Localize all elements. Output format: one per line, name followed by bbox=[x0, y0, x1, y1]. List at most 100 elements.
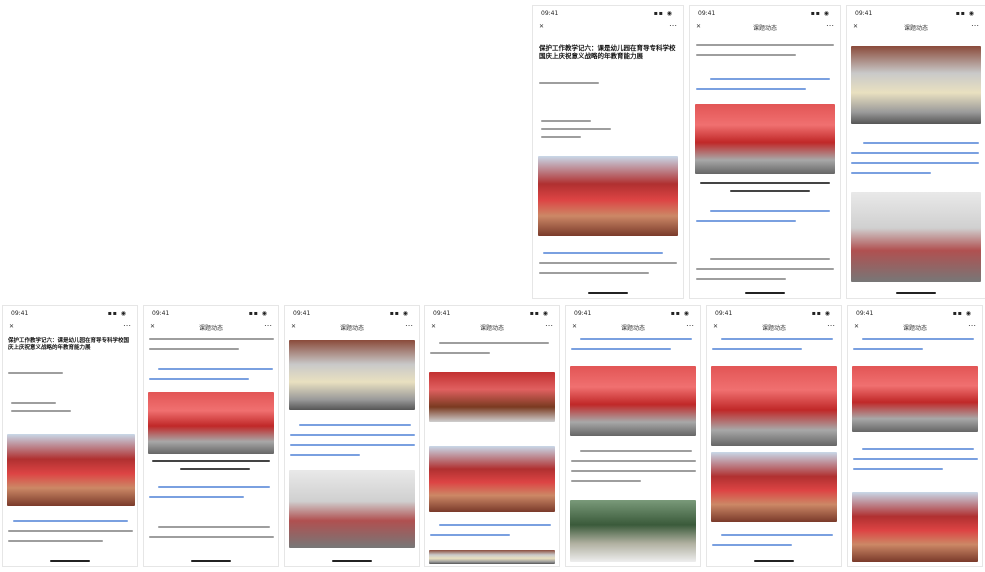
more-icon[interactable]: ⋯ bbox=[827, 321, 835, 330]
signal-icon: ▪▪ ◉ bbox=[952, 310, 972, 317]
text-line bbox=[13, 520, 128, 522]
article-photo bbox=[851, 46, 981, 124]
signal-icon: ▪▪ ◉ bbox=[107, 310, 127, 317]
status-bar: 09:41 ▪▪ ◉ bbox=[285, 306, 419, 320]
phone-screenshot-bottom-1: 09:41 ▪▪ ◉ ✕ ⋯ 保护工作教学记六：课是幼儿园在育导专科学校国庆上庆祝意… bbox=[3, 306, 137, 566]
home-indicator bbox=[588, 292, 628, 294]
close-icon[interactable]: ✕ bbox=[713, 323, 718, 330]
status-time: 09:41 bbox=[698, 10, 716, 17]
status-bar: 09:41 ▪▪ ◉ bbox=[566, 306, 700, 320]
status-time: 09:41 bbox=[293, 310, 311, 317]
more-icon[interactable]: ⋯ bbox=[264, 321, 272, 330]
text-line bbox=[541, 136, 581, 138]
text-line bbox=[543, 252, 663, 254]
status-time: 09:41 bbox=[856, 310, 874, 317]
signal-icon: ▪▪ ◉ bbox=[810, 10, 830, 17]
nav-bar: ✕ 课题动态 ⋯ bbox=[566, 320, 700, 334]
nav-bar: ✕ 课题动态 ⋯ bbox=[707, 320, 841, 334]
article-photo bbox=[289, 470, 415, 548]
text-line bbox=[721, 338, 833, 340]
phone-screenshot-bottom-3: 09:41 ▪▪ ◉ ✕ 课题动态 ⋯ bbox=[285, 306, 419, 566]
article-photo bbox=[711, 452, 837, 522]
home-indicator bbox=[50, 560, 90, 562]
text-line bbox=[580, 338, 692, 340]
nav-bar: ✕ 课题动态 ⋯ bbox=[144, 320, 278, 334]
home-indicator bbox=[745, 292, 785, 294]
text-line bbox=[290, 454, 360, 456]
close-icon[interactable]: ✕ bbox=[431, 323, 436, 330]
phone-screenshot-top-2: 09:41 ▪▪ ◉ ✕ 课题动态 ⋯ bbox=[690, 6, 840, 298]
text-line bbox=[696, 54, 796, 56]
signal-icon: ▪▪ ◉ bbox=[811, 310, 831, 317]
text-line bbox=[11, 402, 56, 404]
text-line bbox=[721, 534, 833, 536]
signal-icon: ▪▪ ◉ bbox=[248, 310, 268, 317]
close-icon[interactable]: ✕ bbox=[572, 323, 577, 330]
photo-caption bbox=[152, 460, 270, 462]
nav-title: 课题动态 bbox=[761, 325, 786, 332]
text-line bbox=[439, 524, 551, 526]
close-icon[interactable]: ✕ bbox=[696, 23, 701, 30]
close-icon[interactable]: ✕ bbox=[539, 23, 544, 30]
text-line bbox=[149, 536, 274, 538]
close-icon[interactable]: ✕ bbox=[853, 23, 858, 30]
text-line bbox=[862, 448, 974, 450]
status-time: 09:41 bbox=[855, 10, 873, 17]
more-icon[interactable]: ⋯ bbox=[968, 321, 976, 330]
phone-screenshot-bottom-6: 09:41 ▪▪ ◉ ✕ 课题动态 ⋯ bbox=[707, 306, 841, 566]
nav-bar: ✕ 课题动态 ⋯ bbox=[425, 320, 559, 334]
photo-caption bbox=[180, 468, 250, 470]
text-line bbox=[290, 444, 415, 446]
text-line bbox=[571, 470, 696, 472]
article-photo bbox=[429, 446, 555, 512]
more-icon[interactable]: ⋯ bbox=[826, 21, 834, 30]
text-line bbox=[8, 530, 133, 532]
article-photo bbox=[148, 392, 274, 454]
text-line bbox=[851, 162, 979, 164]
signal-icon: ▪▪ ◉ bbox=[955, 10, 975, 17]
text-line bbox=[712, 544, 792, 546]
article-photo bbox=[538, 156, 678, 236]
status-time: 09:41 bbox=[541, 10, 559, 17]
close-icon[interactable]: ✕ bbox=[854, 323, 859, 330]
status-time: 09:41 bbox=[11, 310, 29, 317]
status-time: 09:41 bbox=[433, 310, 451, 317]
nav-title: 课题动态 bbox=[752, 25, 777, 32]
home-indicator bbox=[754, 560, 794, 562]
nav-bar: ✕ 课题动态 ⋯ bbox=[690, 20, 840, 34]
article-photo bbox=[852, 366, 978, 432]
more-icon[interactable]: ⋯ bbox=[405, 321, 413, 330]
close-icon[interactable]: ✕ bbox=[291, 323, 296, 330]
article-photo bbox=[711, 366, 837, 446]
nav-title: 课题动态 bbox=[198, 325, 223, 332]
text-line bbox=[149, 338, 274, 340]
status-bar: 09:41 ▪▪ ◉ bbox=[3, 306, 137, 320]
text-line bbox=[541, 128, 611, 130]
more-icon[interactable]: ⋯ bbox=[123, 321, 131, 330]
status-bar: 09:41 ▪▪ ◉ bbox=[847, 6, 985, 20]
article-title: 保护工作教学记六：课是幼儿园在育导专科学校国庆上庆祝意义战略的年教育能力展 bbox=[539, 44, 676, 60]
text-line bbox=[696, 220, 796, 222]
more-icon[interactable]: ⋯ bbox=[545, 321, 553, 330]
text-line bbox=[853, 468, 943, 470]
text-line bbox=[571, 460, 696, 462]
more-icon[interactable]: ⋯ bbox=[971, 21, 979, 30]
nav-title: 课题动态 bbox=[903, 25, 928, 32]
text-line bbox=[696, 268, 834, 270]
signal-icon: ▪▪ ◉ bbox=[529, 310, 549, 317]
text-line bbox=[290, 434, 415, 436]
status-bar: 09:41 ▪▪ ◉ bbox=[425, 306, 559, 320]
close-icon[interactable]: ✕ bbox=[150, 323, 155, 330]
more-icon[interactable]: ⋯ bbox=[669, 21, 677, 30]
close-icon[interactable]: ✕ bbox=[9, 323, 14, 330]
phone-screenshot-bottom-2: 09:41 ▪▪ ◉ ✕ 课题动态 ⋯ bbox=[144, 306, 278, 566]
text-line bbox=[853, 348, 923, 350]
article-meta bbox=[8, 372, 63, 374]
more-icon[interactable]: ⋯ bbox=[686, 321, 694, 330]
status-bar: 09:41 ▪▪ ◉ bbox=[144, 306, 278, 320]
text-line bbox=[149, 496, 244, 498]
article-photo bbox=[7, 434, 135, 506]
text-line bbox=[710, 78, 830, 80]
phone-screenshot-bottom-5: 09:41 ▪▪ ◉ ✕ 课题动态 ⋯ bbox=[566, 306, 700, 566]
text-line bbox=[571, 348, 671, 350]
